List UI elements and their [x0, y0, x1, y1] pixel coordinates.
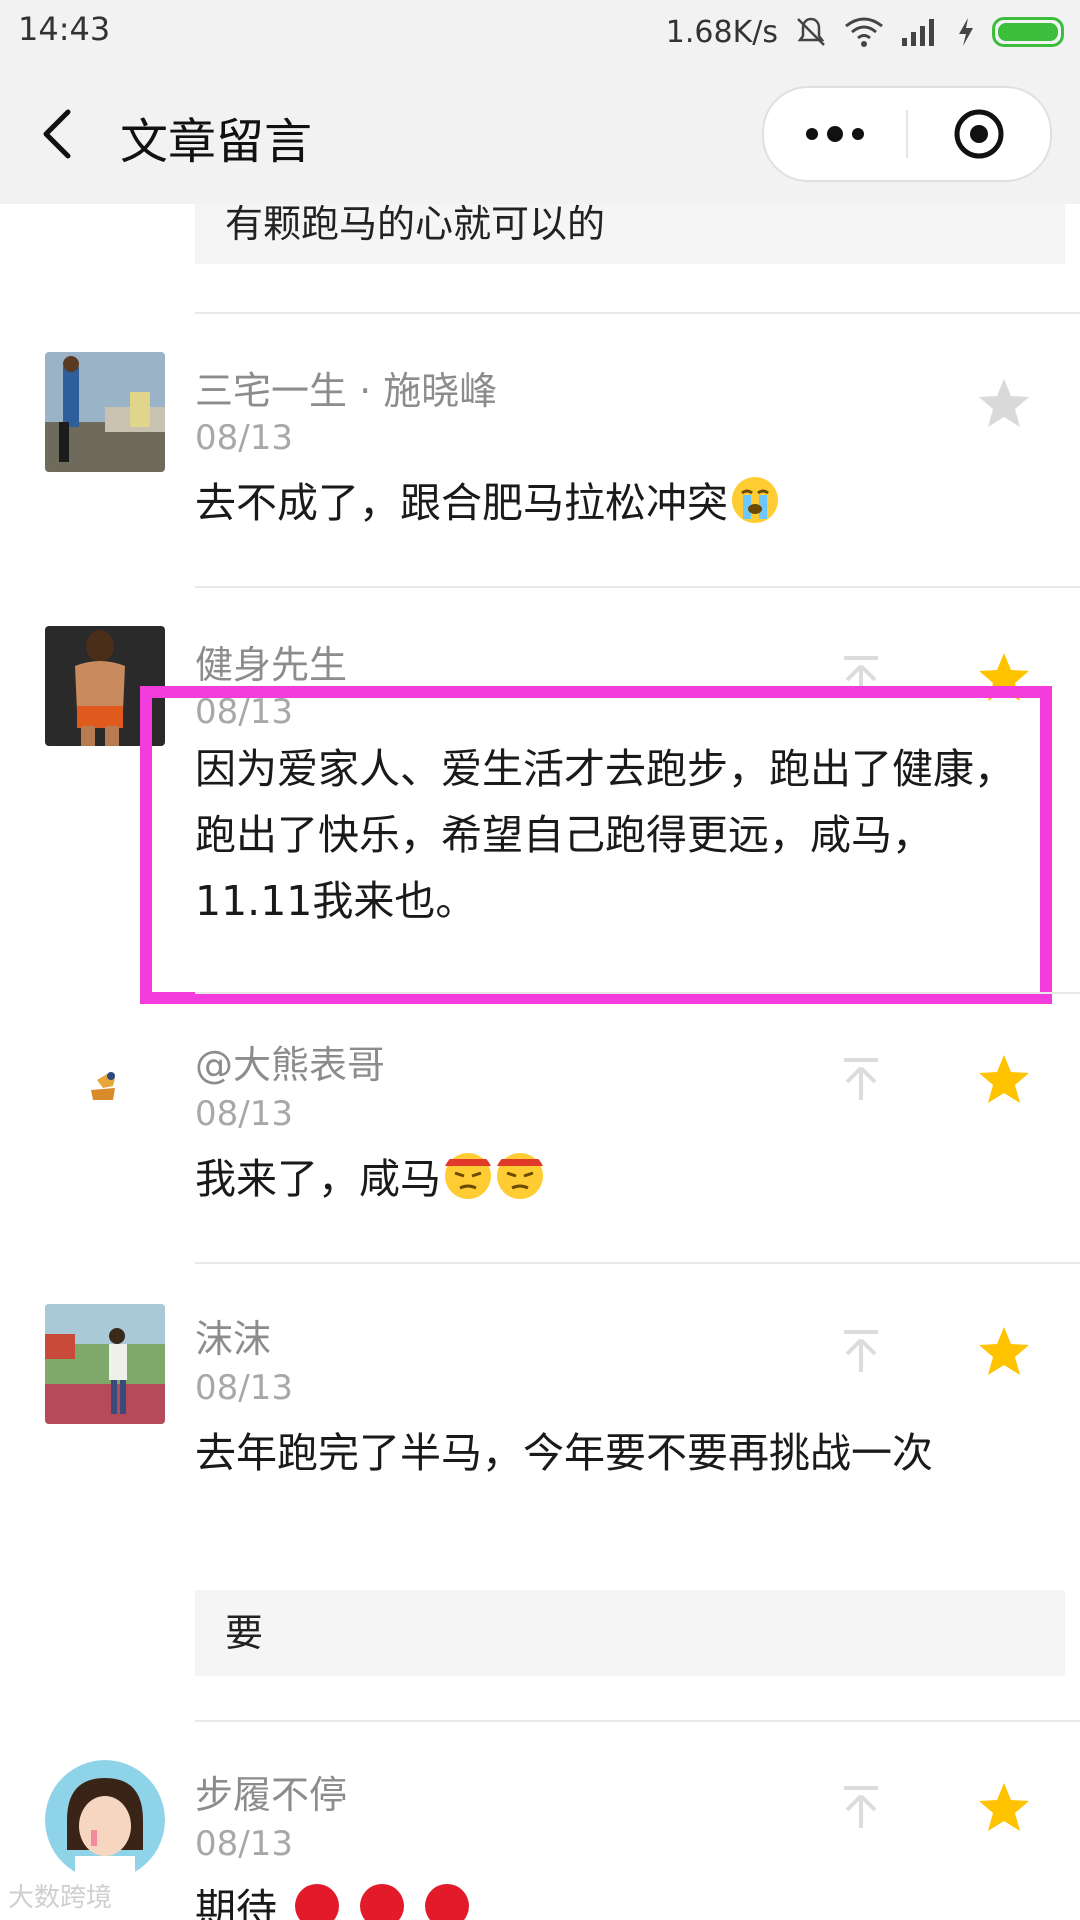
wifi-icon	[845, 17, 883, 47]
network-speed: 1.68K/s	[665, 14, 778, 50]
battery-icon	[992, 17, 1064, 47]
comment-text: 我来了，咸马	[195, 1146, 1045, 1212]
charging-icon	[959, 18, 973, 46]
status-icons: 1.68K/s	[666, 10, 1064, 54]
star-icon[interactable]	[976, 376, 1032, 432]
comment-date: 08/13	[195, 1824, 293, 1864]
pin-to-top-icon[interactable]	[836, 1326, 886, 1376]
comment-text: 去不成了，跟合肥马拉松冲突	[195, 470, 1045, 536]
page-title: 文章留言	[120, 114, 313, 170]
comment-nickname[interactable]: 沫沫	[195, 1308, 271, 1363]
signal-icon	[902, 19, 934, 46]
author-reply: 要	[195, 1590, 1065, 1676]
avatar[interactable]	[45, 1760, 165, 1880]
status-time: 14:43	[18, 10, 111, 48]
red-balloon-icon	[425, 1884, 470, 1920]
divider	[195, 1262, 1080, 1264]
star-icon[interactable]	[976, 1324, 1032, 1380]
mute-bell-icon	[797, 17, 825, 46]
author-reply-text: 要	[225, 1611, 264, 1655]
comment-text-content: 期待	[195, 1885, 277, 1920]
red-balloon-icon	[295, 1884, 340, 1920]
comment-nickname[interactable]: 步履不停	[195, 1764, 347, 1819]
star-icon[interactable]	[976, 1780, 1032, 1836]
star-icon[interactable]	[976, 1052, 1032, 1108]
mini-program-capsule	[762, 86, 1052, 182]
more-dots-icon[interactable]	[764, 88, 906, 180]
comment-date: 08/13	[195, 1368, 293, 1408]
pin-to-top-icon[interactable]	[836, 1054, 886, 1104]
comment-nickname[interactable]: @大熊表哥	[195, 1034, 385, 1089]
watermark: 大数跨境	[8, 1883, 113, 1913]
comment-nickname[interactable]: 健身先生	[195, 634, 347, 689]
crying-face-icon	[732, 477, 778, 523]
status-bar: 14:43 1.68K/s	[0, 0, 1080, 64]
nav-bar: 文章留言	[0, 64, 1080, 204]
highlight-box	[140, 686, 1052, 1004]
target-close-icon[interactable]	[908, 88, 1050, 180]
determined-face-icon	[497, 1153, 543, 1199]
comment-text-content: 我来了，咸马	[195, 1155, 441, 1203]
author-reply-text: 有颗跑马的心就可以的	[225, 204, 606, 246]
comment-list[interactable]: 有颗跑马的心就可以的 三宅一生 · 施晓峰 08/13 去不成了，跟合肥马拉松冲…	[0, 204, 1080, 1920]
divider	[195, 1720, 1080, 1722]
avatar[interactable]	[45, 1030, 165, 1150]
comment-text: 去年跑完了半马，今年要不要再挑战一次	[195, 1429, 933, 1477]
chevron-left-icon[interactable]	[32, 104, 92, 164]
pin-to-top-icon[interactable]	[836, 1782, 886, 1832]
divider	[195, 992, 1080, 994]
divider	[195, 312, 1080, 314]
comment-date: 08/13	[195, 418, 293, 458]
comment-text-content: 去不成了，跟合肥马拉松冲突	[195, 479, 728, 527]
avatar[interactable]	[45, 352, 165, 472]
comment-date: 08/13	[195, 1094, 293, 1134]
comment-nickname[interactable]: 三宅一生 · 施晓峰	[195, 360, 497, 415]
red-balloon-icon	[360, 1884, 405, 1920]
avatar[interactable]	[45, 1304, 165, 1424]
author-reply: 有颗跑马的心就可以的	[195, 204, 1065, 264]
divider	[195, 586, 1080, 588]
determined-face-icon	[445, 1153, 491, 1199]
comment-text: 期待	[195, 1876, 1045, 1920]
